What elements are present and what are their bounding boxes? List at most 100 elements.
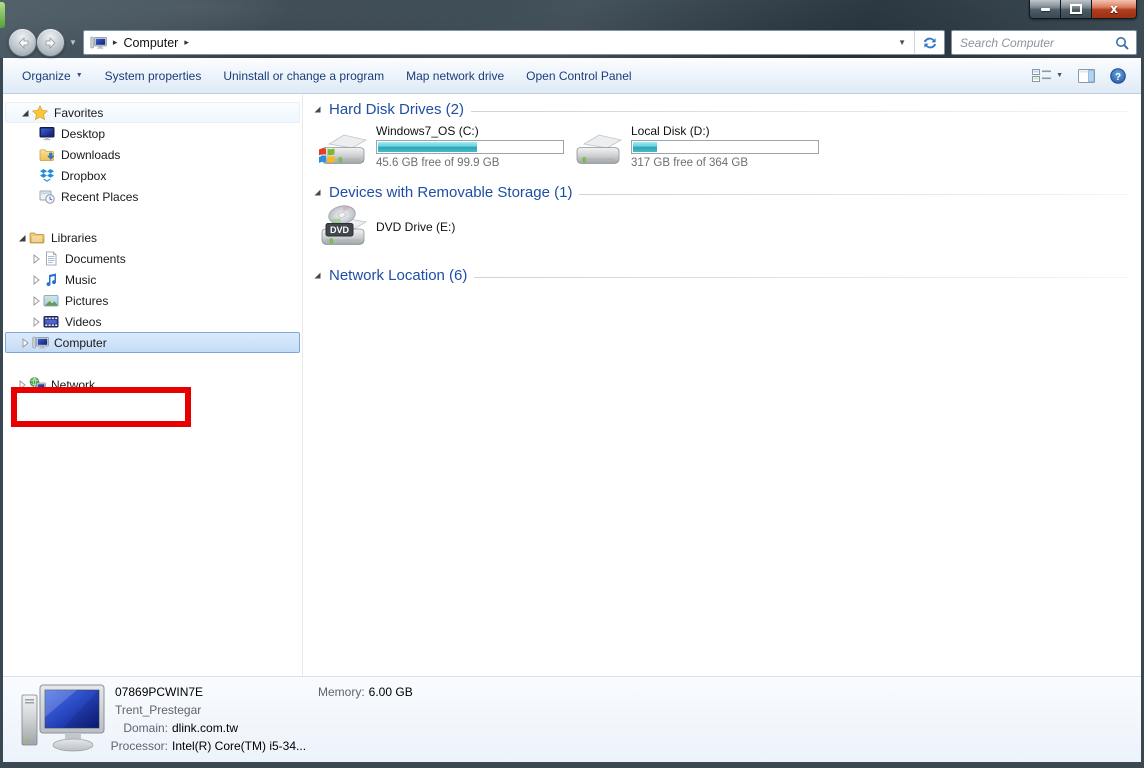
help-button[interactable]: ? [1110,68,1126,84]
group-header-removable-storage[interactable]: Devices with Removable Storage (1) [313,184,1129,201]
expanded-arrow-icon[interactable] [19,108,31,118]
collapsed-arrow-icon[interactable] [19,338,31,348]
group-collapse-icon[interactable] [313,105,322,114]
views-icon [1032,68,1052,83]
collapsed-arrow-icon[interactable] [30,254,42,264]
window-controls: x [1029,0,1137,19]
search-box[interactable] [951,30,1137,55]
sidebar-item-pictures[interactable]: Pictures [3,290,302,311]
sidebar-label: Favorites [54,106,103,120]
breadcrumb[interactable]: Computer [123,36,178,50]
memory-label: Memory: [318,685,365,699]
minimize-icon [1041,8,1050,11]
breadcrumb-arrow-icon[interactable]: ▸ [184,37,189,48]
sidebar-label: Dropbox [61,169,106,183]
sidebar-item-computer[interactable]: Computer [5,332,300,353]
computer-large-icon [19,682,111,765]
sidebar-item-downloads[interactable]: Downloads [3,144,302,165]
navigation-pane: Favorites Desktop Downloads Dropbox Rece… [3,94,303,676]
organize-button[interactable]: Organize ▼ [11,58,94,93]
minimize-button[interactable] [1030,0,1061,18]
sidebar-item-music[interactable]: Music [3,269,302,290]
sidebar-item-dropbox[interactable]: Dropbox [3,165,302,186]
capacity-bar-fill [633,142,657,152]
free-space-text: 317 GB free of 364 GB [631,157,819,169]
breadcrumb-arrow-icon[interactable]: ▸ [113,37,118,48]
desktop-accent [0,2,5,28]
maximize-button[interactable] [1061,0,1092,18]
computer-icon [31,335,49,351]
group-header-network-location[interactable]: Network Location (6) [313,267,1129,284]
command-toolbar: Organize ▼ System properties Uninstall o… [3,58,1141,94]
domain-value: dlink.com.tw [172,721,238,735]
drive-item-c[interactable]: Windows7_OS (C:) 45.6 GB free of 99.9 GB [317,122,564,175]
preview-pane-button[interactable] [1078,69,1095,83]
navigation-bar: ▼ ▸ Computer ▸ ▼ [0,29,1144,56]
address-bar[interactable]: ▸ Computer ▸ ▼ [83,30,945,55]
forward-button[interactable] [36,28,65,57]
group-divider [579,194,1129,195]
group-header-hard-disk-drives[interactable]: Hard Disk Drives (2) [313,101,1129,118]
sidebar-label: Pictures [65,294,108,308]
computer-name: 07869PCWIN7E [110,685,203,699]
group-title: Hard Disk Drives (2) [329,101,464,118]
close-icon: x [1110,3,1118,15]
search-icon[interactable] [1115,36,1129,50]
help-icon: ? [1110,68,1126,84]
collapsed-arrow-icon[interactable] [30,275,42,285]
details-secondary-column: Memory: 6.00 GB [318,683,413,701]
processor-label: Processor: [110,739,168,753]
preview-pane-icon [1078,69,1095,83]
sidebar-label: Desktop [61,127,105,141]
toolbar-right-icons: ▼ ? [1032,68,1141,84]
sidebar-item-favorites[interactable]: Favorites [5,102,300,123]
collapsed-arrow-icon[interactable] [30,317,42,327]
documents-icon [42,251,60,267]
refresh-icon [922,36,938,50]
change-view-button[interactable]: ▼ [1032,68,1063,83]
pictures-icon [42,293,60,309]
expanded-arrow-icon[interactable] [16,233,28,243]
group-collapse-icon[interactable] [313,271,322,280]
dvd-drive-item[interactable]: DVD DVD Drive (E:) [317,204,455,250]
hard-drive-icon [572,130,624,175]
sidebar-item-recent-places[interactable]: Recent Places [3,186,302,207]
close-button[interactable]: x [1092,0,1136,18]
map-network-drive-button[interactable]: Map network drive [395,58,515,93]
drive-item-d[interactable]: Local Disk (D:) 317 GB free of 364 GB [572,122,819,175]
drive-name: Local Disk (D:) [631,122,819,139]
memory-value: 6.00 GB [369,685,413,699]
system-properties-button[interactable]: System properties [94,58,213,93]
search-input[interactable] [952,36,1115,50]
restore-icon [1070,4,1082,14]
open-control-panel-button[interactable]: Open Control Panel [515,58,642,93]
sidebar-label: Downloads [61,148,120,162]
organize-label: Organize [22,69,71,83]
group-collapse-icon[interactable] [313,188,322,197]
annotation-highlight-box [11,387,191,427]
sidebar-label: Documents [65,252,126,266]
sidebar-label: Recent Places [61,190,138,204]
forward-arrow-icon [44,37,58,49]
processor-value: Intel(R) Core(TM) i5-34... [172,739,306,753]
refresh-button[interactable] [915,31,944,54]
downloads-icon [38,147,56,163]
address-dropdown-icon[interactable]: ▼ [890,38,914,47]
views-dropdown-icon: ▼ [1056,72,1063,79]
sidebar-item-videos[interactable]: Videos [3,311,302,332]
back-button[interactable] [8,28,37,57]
videos-icon [42,314,60,330]
details-primary-column: 07869PCWIN7E Trent_Prestegar Domain: dli… [110,683,306,755]
dvd-badge-text: DVD [330,225,350,235]
sidebar-item-desktop[interactable]: Desktop [3,123,302,144]
collapsed-arrow-icon[interactable] [30,296,42,306]
sidebar-item-documents[interactable]: Documents [3,248,302,269]
uninstall-program-button[interactable]: Uninstall or change a program [212,58,395,93]
organize-dropdown-icon: ▼ [76,72,83,79]
sidebar-item-libraries[interactable]: Libraries [3,227,302,248]
free-space-text: 45.6 GB free of 99.9 GB [376,157,564,169]
content-area: Favorites Desktop Downloads Dropbox Rece… [3,94,1141,676]
recent-pages-dropdown[interactable]: ▼ [69,38,77,47]
sidebar-label: Computer [54,336,107,350]
group-title: Devices with Removable Storage (1) [329,184,572,201]
